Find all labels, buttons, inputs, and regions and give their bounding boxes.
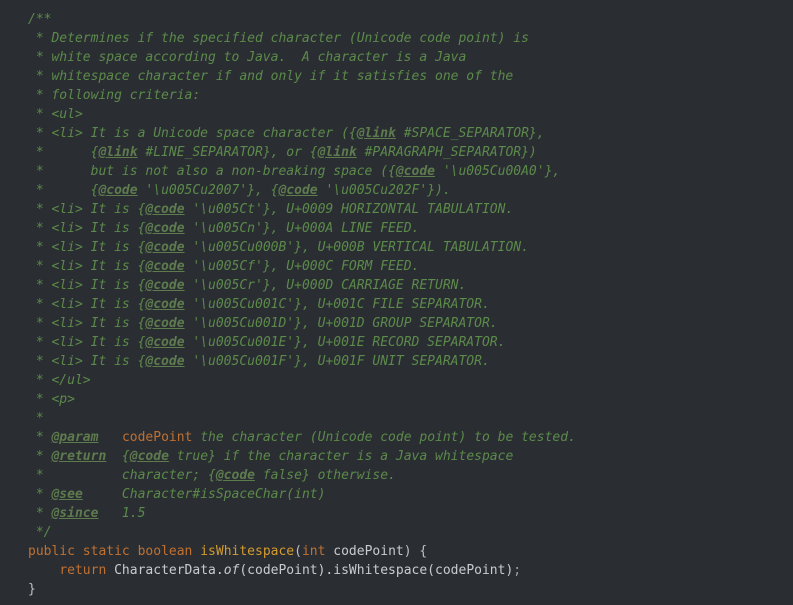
jdoc-line: * {: [28, 145, 98, 160]
jdoc-line: * <li> It is {: [28, 221, 145, 236]
javadoc-link-tag: @link: [318, 145, 357, 160]
jdoc-line: *: [28, 487, 51, 502]
lbrace: {: [412, 544, 428, 559]
param-type: int: [302, 544, 325, 559]
javadoc-code-tag: @code: [145, 202, 184, 217]
jdoc-line: * following criteria:: [28, 88, 200, 103]
javadoc-code-tag: @code: [278, 183, 317, 198]
jdoc-line: the character (Unicode code point) to be…: [192, 430, 576, 445]
jdoc-line: * white space according to Java. A chara…: [28, 50, 466, 65]
jdoc-line: '\u005Cn'}, U+000A LINE FEED.: [185, 221, 420, 236]
jdoc-line: *: [28, 430, 51, 445]
javadoc-code-tag: @code: [145, 240, 184, 255]
jdoc-line: * but is not also a non-breaking space (…: [28, 164, 396, 179]
jdoc-line: '\u005Cu00A0'},: [435, 164, 560, 179]
jdoc-line: * <li> It is {: [28, 240, 145, 255]
jdoc-line: * <li> It is {: [28, 278, 145, 293]
jdoc-line: '\u005Cu000B'}, U+000B VERTICAL TABULATI…: [185, 240, 529, 255]
javadoc-code-tag: @code: [145, 221, 184, 236]
javadoc-code-tag: @code: [145, 335, 184, 350]
jdoc-line: * <li> It is a Unicode space character (…: [28, 126, 357, 141]
jdoc-line: * <ul>: [28, 107, 83, 122]
jdoc-line: #SPACE_SEPARATOR},: [396, 126, 545, 141]
javadoc-code-tag: @code: [396, 164, 435, 179]
indent: [28, 563, 59, 578]
keyword-public: public: [28, 544, 75, 559]
jdoc-line: *: [28, 411, 44, 426]
code-editor: /** * Determines if the specified charac…: [0, 0, 793, 599]
jdoc-line: *: [28, 506, 51, 521]
javadoc-param-name: codePoint: [122, 430, 192, 445]
javadoc-code-tag: @code: [98, 183, 137, 198]
javadoc-comment: /** * Determines if the specified charac…: [28, 12, 576, 540]
javadoc-code-tag: @code: [145, 354, 184, 369]
javadoc-code-tag: @code: [145, 278, 184, 293]
jdoc-line: '\u005Cu001E'}, U+001E RECORD SEPARATOR.: [185, 335, 506, 350]
javadoc-return-tag: @return: [51, 449, 106, 464]
javadoc-code-tag: @code: [130, 449, 169, 464]
jdoc-line: 1.5: [98, 506, 145, 521]
jdoc-line: {: [106, 449, 129, 464]
jdoc-line: * character; {: [28, 468, 216, 483]
jdoc-line: '\u005Ct'}, U+0009 HORIZONTAL TABULATION…: [185, 202, 514, 217]
jdoc-line: * <li> It is {: [28, 259, 145, 274]
keyword-return: return: [59, 563, 106, 578]
jdoc-line: false} otherwise.: [255, 468, 396, 483]
jdoc-line: * <li> It is {: [28, 297, 145, 312]
jdoc-line: * <li> It is {: [28, 316, 145, 331]
lparen: (: [294, 544, 302, 559]
jdoc-close: */: [28, 525, 51, 540]
javadoc-code-tag: @code: [145, 297, 184, 312]
javadoc-code-tag: @code: [216, 468, 255, 483]
rparen: ): [404, 544, 412, 559]
method-call-of: of: [224, 563, 240, 578]
jdoc-line: '\u005Cu202F'}).: [318, 183, 451, 198]
jdoc-line: '\u005Cu001C'}, U+001C FILE SEPARATOR.: [185, 297, 490, 312]
jdoc-line: '\u005Cu2007'}, {: [138, 183, 279, 198]
jdoc-line: true} if the character is a Java whitesp…: [169, 449, 513, 464]
javadoc-link-tag: @link: [98, 145, 137, 160]
expression: CharacterData.: [106, 563, 223, 578]
jdoc-line: * <li> It is {: [28, 354, 145, 369]
jdoc-line: * <li> It is {: [28, 202, 145, 217]
jdoc-line: '\u005Cu001F'}, U+001F UNIT SEPARATOR.: [185, 354, 490, 369]
javadoc-code-tag: @code: [145, 316, 184, 331]
jdoc-line: * </ul>: [28, 373, 91, 388]
keyword-boolean: boolean: [138, 544, 193, 559]
javadoc-see-tag: @see: [51, 487, 82, 502]
rbrace: }: [28, 582, 36, 597]
jdoc-line: '\u005Cr'}, U+000D CARRIAGE RETURN.: [185, 278, 467, 293]
jdoc-line: Character#isSpaceChar(int): [83, 487, 326, 502]
jdoc-line: *: [28, 449, 51, 464]
jdoc-line: #PARAGRAPH_SEPARATOR}): [357, 145, 537, 160]
javadoc-link-tag: @link: [357, 126, 396, 141]
param-name: codePoint: [325, 544, 403, 559]
javadoc-code-tag: @code: [145, 259, 184, 274]
jdoc-line: #LINE_SEPARATOR}, or {: [138, 145, 318, 160]
jdoc-line: * <p>: [28, 392, 75, 407]
keyword-static: static: [83, 544, 130, 559]
javadoc-since-tag: @since: [51, 506, 98, 521]
method-name: isWhitespace: [200, 544, 294, 559]
jdoc-line: '\u005Cf'}, U+000C FORM FEED.: [185, 259, 420, 274]
jdoc-line: * <li> It is {: [28, 335, 145, 350]
semi: ;: [513, 563, 521, 578]
jdoc-line: * Determines if the specified character …: [28, 31, 529, 46]
jdoc-line: * {: [28, 183, 98, 198]
javadoc-param-tag: @param: [51, 430, 98, 445]
jdoc-open: /**: [28, 12, 51, 27]
jdoc-line: * whitespace character if and only if it…: [28, 69, 513, 84]
expression: (codePoint).isWhitespace(codePoint): [239, 563, 513, 578]
jdoc-line: [98, 430, 121, 445]
jdoc-line: '\u005Cu001D'}, U+001D GROUP SEPARATOR.: [185, 316, 498, 331]
